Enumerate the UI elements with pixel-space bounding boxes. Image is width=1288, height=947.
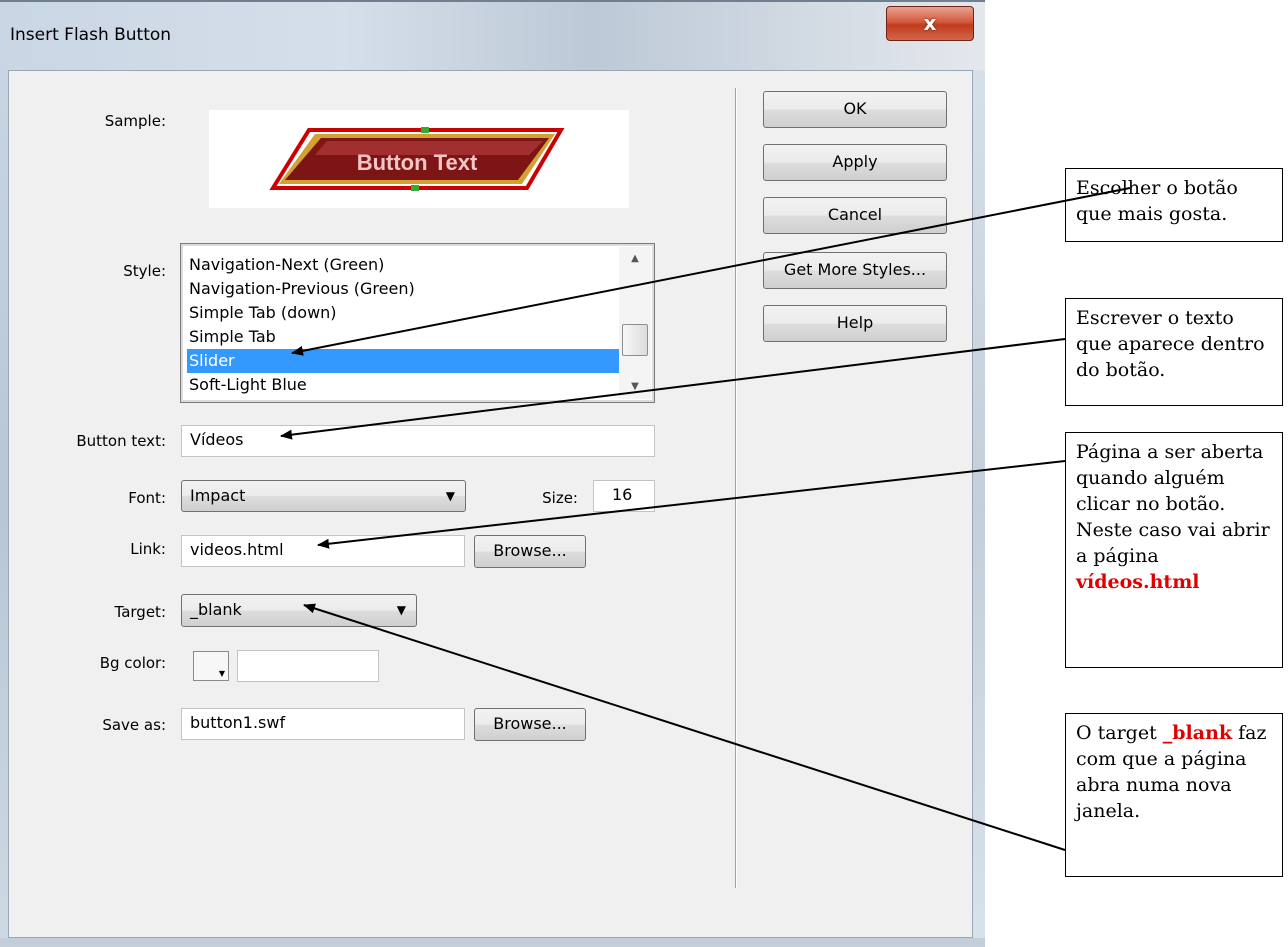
arrow-to-button-text	[280, 338, 1066, 440]
annotation-arrows	[280, 187, 1131, 851]
arrow-to-target	[303, 603, 1066, 851]
arrow-to-link	[317, 460, 1066, 549]
arrow-to-style-list	[291, 187, 1131, 356]
